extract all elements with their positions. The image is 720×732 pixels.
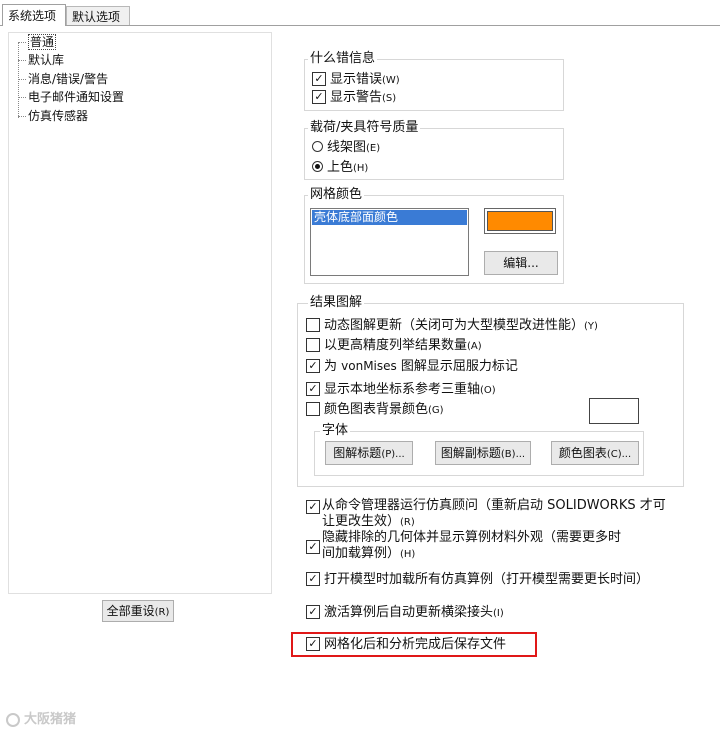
local-triad-checkbox[interactable]: ✓ 显示本地坐标系参考三重轴(O) (306, 381, 496, 399)
shaded-radio[interactable]: 上色(H) (312, 159, 368, 177)
checkmark-icon: ✓ (312, 89, 326, 104)
wireframe-radio[interactable]: 线架图(E) (312, 139, 380, 157)
radio-empty-icon (312, 141, 323, 152)
chart-background-checkbox[interactable]: 颜色图表背景颜色(G) (306, 401, 444, 419)
tree-item-email-notification[interactable]: 电子邮件通知设置 (18, 88, 124, 106)
plot-subtitle-button[interactable]: 图解副标题(B)... (435, 441, 531, 465)
edit-color-button[interactable]: 编辑... (484, 251, 558, 275)
dynamic-update-checkbox[interactable]: 动态图解更新（关闭可为大型模型改进性能）(Y) (306, 317, 598, 335)
show-warnings-checkbox[interactable]: ✓ 显示警告(S) (312, 89, 396, 107)
load-all-studies-checkbox[interactable]: ✓ 打开模型时加载所有仿真算例（打开模型需要更长时间） (306, 571, 649, 589)
tree-item-general[interactable]: 普通 (18, 33, 57, 51)
checkmark-icon: ✓ (306, 500, 320, 514)
result-plots-title: 结果图解 (308, 295, 365, 311)
checkmark-icon: ✓ (312, 71, 326, 86)
mesh-color-list[interactable]: 壳体底部面颜色 (310, 208, 469, 276)
plot-title-button[interactable]: 图解标题(P)... (325, 441, 413, 465)
tree-item-messages[interactable]: 消息/错误/警告 (18, 70, 108, 88)
higher-precision-checkbox[interactable]: 以更高精度列举结果数量(A) (306, 337, 482, 355)
checkmark-icon: ✓ (306, 381, 320, 396)
mesh-color-title: 网格颜色 (308, 187, 365, 203)
reset-all-button[interactable]: 全部重设(R) (102, 600, 174, 622)
watermark-logo-icon (6, 712, 20, 727)
watermark: 大阪猪猪 (6, 708, 76, 727)
checkmark-icon: ✓ (306, 604, 320, 619)
highlight-box (291, 632, 537, 657)
tab-system-options[interactable]: 系统选项 (2, 4, 66, 26)
font-group-title: 字体 (320, 423, 351, 439)
list-item-shell-bottom[interactable]: 壳体底部面颜色 (312, 210, 467, 225)
auto-update-beams-checkbox[interactable]: ✓ 激活算例后自动更新横梁接头(I) (306, 604, 504, 622)
symbol-quality-title: 载荷/夹具符号质量 (308, 120, 421, 136)
chart-background-swatch[interactable] (589, 398, 639, 424)
tab-default-options[interactable]: 默认选项 (66, 6, 130, 26)
tab-divider (0, 25, 720, 26)
error-messages-title: 什么错信息 (308, 51, 378, 67)
checkmark-icon: ✓ (306, 358, 320, 373)
radio-selected-icon (312, 161, 323, 172)
tree-item-simulation-sensors[interactable]: 仿真传感器 (18, 107, 88, 125)
color-chart-button[interactable]: 颜色图表(C)... (551, 441, 639, 465)
checkmark-icon: ✓ (306, 571, 320, 586)
tree-item-default-library[interactable]: 默认库 (18, 51, 64, 69)
checkmark-icon: ✓ (306, 540, 320, 554)
show-errors-checkbox[interactable]: ✓ 显示错误(W) (312, 71, 400, 89)
mesh-color-swatch (484, 208, 556, 234)
vonmises-yield-checkbox[interactable]: ✓ 为 vonMises 图解显示屈服力标记 (306, 357, 518, 375)
